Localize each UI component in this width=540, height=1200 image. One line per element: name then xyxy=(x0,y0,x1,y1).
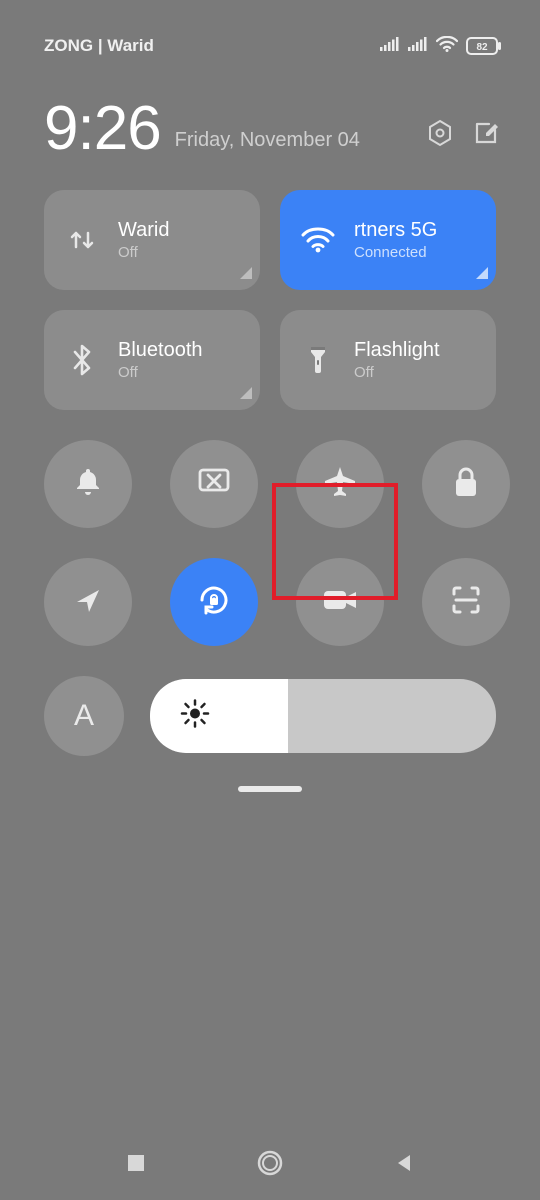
status-right: 82 xyxy=(380,36,502,57)
back-button[interactable] xyxy=(393,1152,415,1179)
lock-icon xyxy=(452,466,480,503)
wifi-title: rtners 5G xyxy=(354,219,437,242)
wifi-tile[interactable]: rtners 5G Connected xyxy=(280,190,496,290)
scanner-toggle[interactable] xyxy=(422,558,510,646)
signal-1-icon xyxy=(380,36,400,56)
panel-drag-handle[interactable] xyxy=(238,786,302,792)
edit-icon[interactable] xyxy=(472,119,500,152)
bluetooth-sub: Off xyxy=(118,364,203,381)
expand-icon[interactable] xyxy=(474,265,488,284)
settings-icon[interactable] xyxy=(426,119,454,152)
mobile-data-tile[interactable]: Warid Off xyxy=(44,190,260,290)
auto-brightness-label: A xyxy=(74,699,94,733)
brightness-icon xyxy=(180,699,210,734)
bell-icon xyxy=(71,465,105,504)
mobile-data-sub: Off xyxy=(118,244,169,261)
expand-icon[interactable] xyxy=(238,265,252,284)
signal-2-icon xyxy=(408,36,428,56)
brightness-slider[interactable] xyxy=(150,679,496,753)
bluetooth-tile[interactable]: Bluetooth Off xyxy=(44,310,260,410)
recents-button[interactable] xyxy=(125,1152,147,1179)
svg-text:82: 82 xyxy=(476,42,488,53)
mute-toggle[interactable] xyxy=(44,440,132,528)
flashlight-icon xyxy=(300,344,336,376)
nav-bar xyxy=(0,1130,540,1200)
panel-header: 9:26 Friday, November 04 xyxy=(0,70,540,170)
flashlight-title: Flashlight xyxy=(354,339,440,362)
flashlight-tile[interactable]: Flashlight Off xyxy=(280,310,496,410)
bluetooth-title: Bluetooth xyxy=(118,339,203,362)
screenshot-toggle[interactable] xyxy=(170,440,258,528)
mobile-data-title: Warid xyxy=(118,219,169,242)
video-camera-icon xyxy=(322,587,358,618)
carrier-label: ZONG | Warid xyxy=(44,36,154,56)
airplane-mode-toggle[interactable] xyxy=(296,440,384,528)
auto-brightness-toggle[interactable]: A xyxy=(44,676,124,756)
clock-date: Friday, November 04 xyxy=(175,129,412,160)
wifi-icon xyxy=(300,227,336,253)
lock-toggle[interactable] xyxy=(422,440,510,528)
flashlight-sub: Off xyxy=(354,364,440,381)
mobile-data-icon xyxy=(64,225,100,255)
brightness-fill xyxy=(150,679,288,753)
battery-icon: 82 xyxy=(466,37,502,55)
wifi-sub: Connected xyxy=(354,244,437,261)
airplane-icon xyxy=(322,464,358,505)
expand-icon[interactable] xyxy=(238,385,252,404)
bluetooth-icon xyxy=(64,343,100,377)
rotation-lock-icon xyxy=(195,581,233,624)
status-bar: ZONG | Warid 82 xyxy=(0,0,540,70)
wifi-status-icon xyxy=(436,36,458,57)
location-arrow-icon xyxy=(73,585,103,620)
rotation-lock-toggle[interactable] xyxy=(170,558,258,646)
scan-icon xyxy=(450,584,482,621)
screen-record-toggle[interactable] xyxy=(296,558,384,646)
home-button[interactable] xyxy=(256,1149,284,1182)
clock-time: 9:26 xyxy=(44,98,161,160)
location-toggle[interactable] xyxy=(44,558,132,646)
screenshot-icon xyxy=(197,467,231,502)
